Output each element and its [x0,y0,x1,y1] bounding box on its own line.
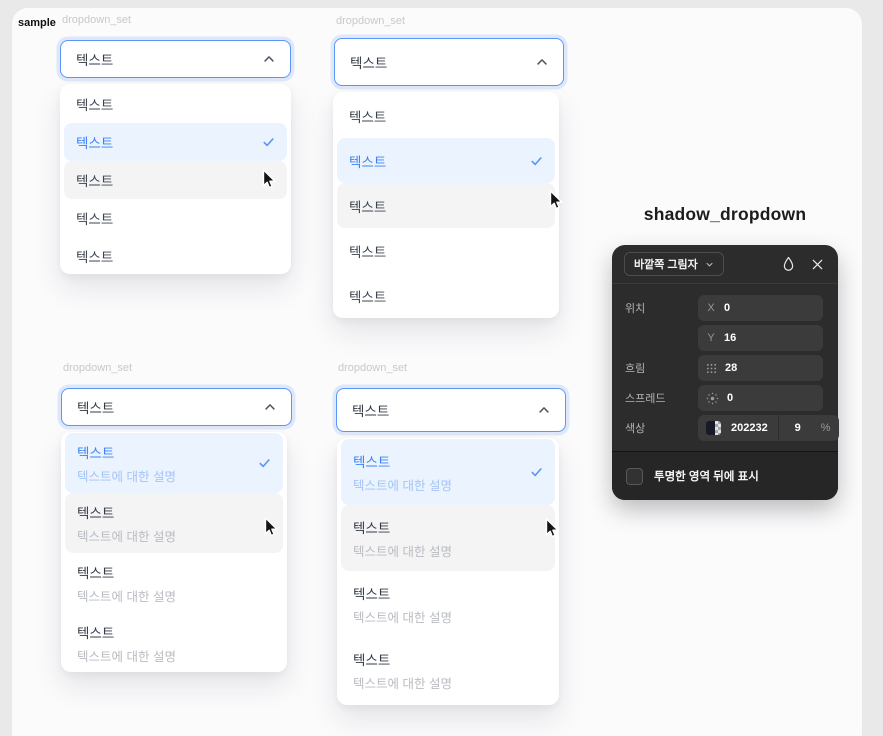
shadow-color-input[interactable]: 202232 9 % [698,415,839,441]
dropdown-option-selected[interactable]: 텍스트 텍스트에 대한 설명 [65,433,283,493]
dropdown-option[interactable]: 텍스트 텍스트에 대한 설명 [65,553,283,613]
panel-header: 바깥쪽 그림자 [612,245,838,284]
chevron-up-icon [535,55,549,69]
component-label: dropdown_set [62,14,131,26]
divider [778,415,779,441]
color-label: 색상 [625,420,698,436]
dropdown-option[interactable]: 텍스트 [64,85,287,123]
percent-unit: % [821,422,831,434]
panel-footer: 투명한 영역 뒤에 표시 [612,451,838,500]
dropdown-option-selected[interactable]: 텍스트 [337,138,555,183]
trigger-value: 텍스트 [77,397,114,417]
shadow-spread-input[interactable]: 0 [698,385,823,411]
trigger-value: 텍스트 [350,52,387,72]
color-opacity-value[interactable]: 9 [789,422,807,434]
chevron-up-icon [537,403,551,417]
shadow-type-dropdown[interactable]: 바깥쪽 그림자 [624,252,724,276]
component-label: dropdown_set [338,362,407,374]
behind-transparent-checkbox[interactable] [626,468,643,485]
dropdown-menu: 텍스트 텍스트 텍스트 텍스트 텍스트 [60,84,291,274]
dropdown-menu: 텍스트 텍스트 텍스트 텍스트 텍스트 [333,92,559,318]
sun-icon [706,392,719,405]
shadow-x-input[interactable]: X 0 [698,295,823,321]
blur-grid-icon [706,363,717,374]
spread-label: 스프레드 [625,390,698,406]
dropdown-option-hovered[interactable]: 텍스트 [64,161,287,199]
chevron-up-icon [262,52,276,66]
chevron-up-icon [263,400,277,414]
dropdown-option[interactable]: 텍스트 [337,228,555,273]
check-icon [261,135,276,150]
shadow-effect-panel: 바깥쪽 그림자 위치 X 0 Y 16 [612,245,838,500]
dropdown-option-hovered[interactable]: 텍스트 텍스트에 대한 설명 [65,493,283,553]
check-icon [257,456,272,471]
dropdown-option[interactable]: 텍스트 텍스트에 대한 설명 [341,571,555,637]
shadow-dropdown-title: shadow_dropdown [612,204,838,225]
checkbox-label: 투명한 영역 뒤에 표시 [654,468,759,484]
shadow-y-input[interactable]: Y 16 [698,325,823,351]
dropdown-option-selected[interactable]: 텍스트 텍스트에 대한 설명 [341,439,555,505]
dropdown-trigger[interactable]: 텍스트 [334,38,564,86]
panel-body: 위치 X 0 Y 16 흐림 28 [612,284,838,453]
dropdown-option[interactable]: 텍스트 [337,273,555,318]
mouse-cursor-icon [258,168,279,191]
mouse-cursor-icon [545,189,566,212]
blend-droplet-icon[interactable] [781,256,796,272]
color-hex-value: 202232 [731,422,768,434]
design-canvas: sample dropdown_set 텍스트 텍스트 텍스트 텍스트 텍스트 … [0,0,883,736]
dropdown-option-selected[interactable]: 텍스트 [64,123,287,161]
dropdown-option[interactable]: 텍스트 [64,199,287,237]
check-icon [529,465,544,480]
shadow-blur-input[interactable]: 28 [698,355,823,381]
dropdown-menu: 텍스트 텍스트에 대한 설명 텍스트 텍스트에 대한 설명 텍스트 텍스트에 대… [61,432,287,672]
trigger-value: 텍스트 [76,49,113,69]
trigger-value: 텍스트 [352,400,389,420]
mouse-cursor-icon [541,517,562,540]
chevron-down-icon [705,260,714,269]
dropdown-trigger[interactable]: 텍스트 [336,388,566,432]
dropdown-option-hovered[interactable]: 텍스트 [337,183,555,228]
dropdown-trigger[interactable]: 텍스트 [61,388,292,426]
dropdown-option[interactable]: 텍스트 텍스트에 대한 설명 [65,613,283,673]
component-label: dropdown_set [63,362,132,374]
mouse-cursor-icon [260,516,281,539]
dropdown-option-hovered[interactable]: 텍스트 텍스트에 대한 설명 [341,505,555,571]
check-icon [529,153,544,168]
dropdown-menu: 텍스트 텍스트에 대한 설명 텍스트 텍스트에 대한 설명 텍스트 텍스트에 대… [337,438,559,705]
component-label: dropdown_set [336,15,405,27]
frame-title: sample [18,17,56,29]
color-swatch[interactable] [706,421,721,435]
position-label: 위치 [625,300,698,316]
blur-label: 흐림 [625,360,698,376]
dropdown-trigger[interactable]: 텍스트 [60,40,291,78]
close-icon[interactable] [811,258,824,271]
dropdown-option[interactable]: 텍스트 [64,237,287,275]
dropdown-option[interactable]: 텍스트 텍스트에 대한 설명 [341,637,555,703]
dropdown-option[interactable]: 텍스트 [337,93,555,138]
